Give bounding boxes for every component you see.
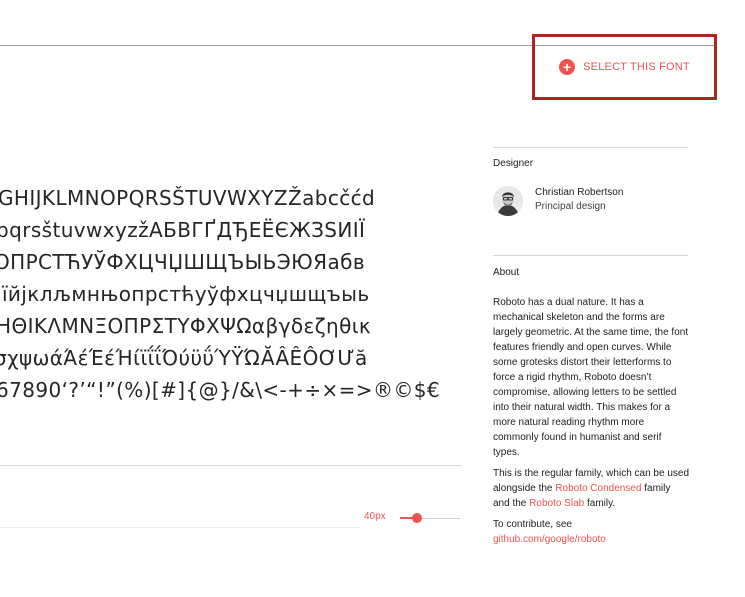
about-paragraph-families: This is the regular family, which can be… (493, 466, 689, 511)
specimen-line: іїйјклљмнњопрстћуўфхцчџшщъыь (0, 282, 370, 306)
github-link[interactable]: github.com/google/roboto (493, 534, 606, 545)
about-section-title: About (493, 267, 520, 278)
specimen-line: 67890‘?’“!”(%)[#]{@}/&\<-+÷×=>®©$€ (0, 378, 441, 402)
designer-avatar (493, 186, 523, 216)
about-divider (493, 255, 688, 256)
designer-divider (493, 147, 688, 148)
roboto-slab-link[interactable]: Roboto Slab (529, 498, 584, 509)
font-size-label: 40px (364, 511, 386, 522)
designer-name: Christian Robertson (535, 187, 624, 198)
contribute-text: To contribute, see (493, 519, 572, 530)
size-slider-track[interactable] (417, 518, 460, 519)
specimen-line: ΗΘΙΚΛΜΝΞΟΠΡΣΤΥΦΧΨΩαβγδεζηθικ (0, 314, 372, 338)
about-paragraph: Roboto has a dual nature. It has a mecha… (493, 297, 689, 458)
specimen-line: GHIJKLMNOPQRSŠTUVWXYZŽabcčćd (0, 186, 376, 210)
plus-circle-icon: + (559, 59, 576, 75)
specimen-line: ОПРСТЋУЎФХЦЧЏШЩЪЫЬЭЮЯабв (0, 250, 366, 274)
specimen-divider (0, 465, 462, 466)
size-slider-thumb[interactable] (412, 513, 422, 523)
about-paragraph-contribute: To contribute, see github.com/google/robo… (493, 517, 689, 547)
font-specimen: GHIJKLMNOPQRSŠTUVWXYZŽabcčćd pqrsštuvwxy… (0, 182, 462, 406)
roboto-condensed-link[interactable]: Roboto Condensed (555, 483, 641, 494)
designer-role: Principal design (535, 201, 606, 212)
select-this-font-label: SELECT THIS FONT (583, 61, 690, 73)
preview-divider (0, 527, 360, 528)
about-text: Roboto has a dual nature. It has a mecha… (493, 295, 689, 553)
about-text-span: family. (584, 498, 616, 509)
select-this-font-button[interactable]: + SELECT THIS FONT (532, 34, 717, 100)
designer-section-title: Designer (493, 158, 534, 169)
specimen-line: pqrsštuvwxyzžАБВГҐДЂЕЁЄЖЗЅИІЇ (0, 218, 366, 242)
specimen-line: σχψωάΆέΈέΉίϊΐΐΌύϋΰΎΫΏĂÂÊÔƠƯă (0, 346, 368, 370)
